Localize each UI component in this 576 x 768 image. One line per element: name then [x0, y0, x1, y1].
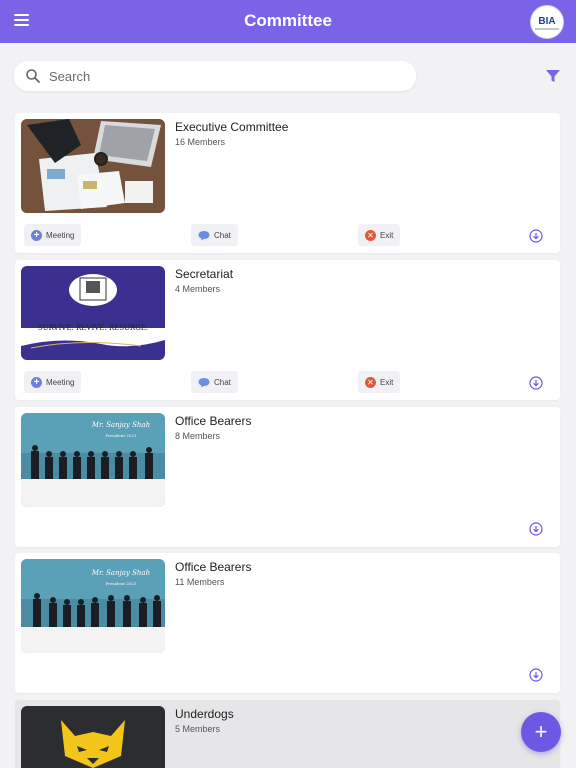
member-count: 8 Members [175, 431, 221, 441]
banner-subtitle: President 2021 [106, 433, 137, 438]
committee-card[interactable]: Mr. Sanjay Shah President 2021 Office Be… [15, 407, 560, 547]
search-icon [26, 69, 40, 83]
banner-subtitle: President 2021 [106, 581, 137, 586]
committee-card[interactable]: Executive Committee 16 Members + Meeting … [15, 113, 560, 253]
org-logo[interactable]: BIA [530, 5, 564, 39]
banner-text: SURVIVE. REVIVE. RESURGE. [38, 324, 148, 332]
committee-card[interactable]: Mr. Sanjay Shah President 2021 Office Be… [15, 553, 560, 693]
committee-image: SURVIVE. REVIVE. RESURGE. [21, 266, 165, 360]
committee-card[interactable]: SURVIVE. REVIVE. RESURGE. Secretariat 4 … [15, 260, 560, 400]
close-circle-icon: ✕ [365, 376, 376, 388]
member-count: 16 Members [175, 137, 226, 147]
plus-circle-icon: + [31, 376, 42, 388]
meeting-button[interactable]: + Meeting [24, 371, 82, 393]
search-bar [14, 61, 416, 91]
add-committee-button[interactable]: + [521, 712, 561, 752]
committee-name: Executive Committee [175, 120, 289, 134]
committee-name: Office Bearers [175, 414, 252, 428]
exit-button[interactable]: ✕ Exit [358, 224, 401, 246]
member-count: 5 Members [175, 724, 221, 734]
download-circle-icon[interactable] [529, 229, 543, 243]
meeting-button[interactable]: + Meeting [24, 224, 82, 246]
chat-bubble-icon [198, 377, 210, 387]
committee-card[interactable]: Underdogs 5 Members [15, 700, 560, 768]
download-circle-icon[interactable] [529, 668, 543, 682]
chat-button[interactable]: Chat [191, 371, 238, 393]
committee-image [21, 706, 165, 768]
committee-name: Office Bearers [175, 560, 252, 574]
close-circle-icon: ✕ [365, 229, 376, 241]
member-count: 11 Members [175, 577, 225, 587]
plus-circle-icon: + [31, 229, 42, 241]
banner-text: Mr. Sanjay Shah [91, 421, 150, 429]
app-header: Committee BIA [0, 0, 576, 43]
filter-icon[interactable] [545, 68, 561, 84]
logo-text: BIA [538, 16, 556, 27]
download-circle-icon[interactable] [529, 376, 543, 390]
chat-button[interactable]: Chat [191, 224, 238, 246]
page-title: Committee [244, 11, 332, 30]
committee-name: Underdogs [175, 707, 234, 721]
committee-image: Mr. Sanjay Shah President 2021 [21, 559, 165, 653]
plus-icon: + [534, 719, 548, 744]
download-circle-icon[interactable] [529, 522, 543, 536]
committee-image: Mr. Sanjay Shah President 2021 [21, 413, 165, 507]
chat-bubble-icon [198, 230, 210, 240]
committee-image [21, 119, 165, 213]
exit-button[interactable]: ✕ Exit [358, 371, 401, 393]
member-count: 4 Members [175, 284, 221, 294]
banner-text: Mr. Sanjay Shah [91, 569, 150, 577]
committee-name: Secretariat [175, 267, 234, 281]
search-input[interactable] [49, 61, 389, 91]
